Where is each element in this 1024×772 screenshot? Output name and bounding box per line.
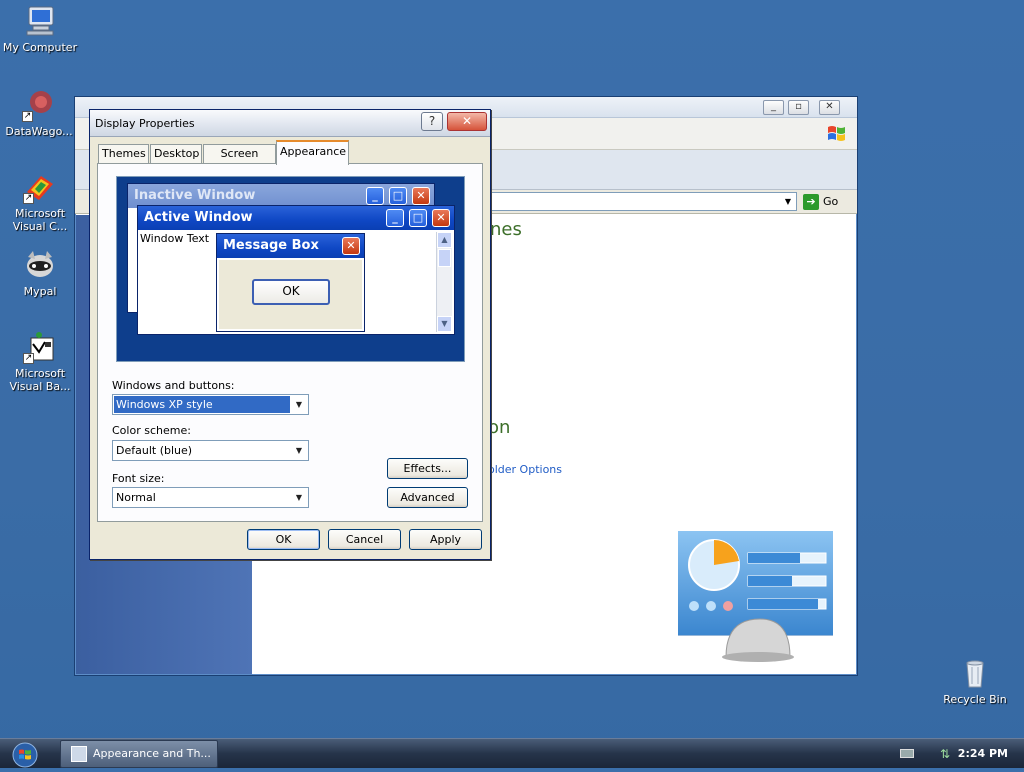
- dialog-title: Display Properties: [95, 117, 195, 130]
- visual-c-icon: ↗: [23, 170, 57, 204]
- chevron-down-icon[interactable]: ▼: [291, 396, 307, 413]
- content-heading: nes: [490, 219, 522, 240]
- clock[interactable]: 2:24 PM: [958, 747, 1008, 760]
- advanced-button[interactable]: Advanced: [387, 487, 468, 508]
- datawago-icon: ↗: [22, 88, 56, 122]
- desktop-icon-visual-basic[interactable]: ↗ Microsoft Visual Ba...: [1, 330, 79, 393]
- start-button[interactable]: [8, 741, 42, 769]
- windows-flag-icon: [825, 122, 849, 146]
- desktop-icon-label: My Computer: [2, 41, 78, 54]
- desktop-icon-recycle-bin[interactable]: Recycle Bin: [936, 656, 1014, 706]
- taskbar: Appearance and Th... ⇅ 2:24 PM: [0, 738, 1024, 768]
- preview-message-body: OK: [219, 260, 362, 329]
- system-tray: ⇅ 2:24 PM: [888, 740, 1024, 768]
- minimize-icon: _: [366, 187, 384, 205]
- chevron-down-icon[interactable]: ▼: [291, 489, 307, 506]
- close-button[interactable]: ✕: [819, 100, 840, 115]
- color-scheme-label: Color scheme:: [112, 424, 191, 437]
- close-icon: ✕: [342, 237, 360, 255]
- tab-desktop[interactable]: Desktop: [150, 144, 202, 164]
- shortcut-arrow-icon: ↗: [22, 111, 33, 122]
- font-size-select[interactable]: Normal ▼: [112, 487, 309, 508]
- windows-buttons-label: Windows and buttons:: [112, 379, 235, 392]
- ok-button[interactable]: OK: [247, 529, 320, 550]
- desktop-icon-label: Mypal: [23, 285, 57, 298]
- close-button[interactable]: ✕: [447, 112, 487, 131]
- help-button[interactable]: ?: [421, 112, 443, 131]
- minimize-icon: _: [386, 209, 404, 227]
- windows-buttons-select[interactable]: Windows XP style ▼: [112, 394, 309, 415]
- taskbar-item-label: Appearance and Th...: [93, 747, 211, 760]
- close-icon: ✕: [432, 209, 450, 227]
- shortcut-arrow-icon: ↗: [23, 193, 34, 204]
- dialog-titlebar[interactable]: Display Properties ? ✕: [90, 110, 490, 137]
- preview-active-title: Active Window _ □ ✕: [138, 206, 454, 230]
- display-properties-dialog[interactable]: Display Properties ? ✕ Themes Desktop Sc…: [89, 109, 491, 560]
- minimize-button[interactable]: _: [763, 100, 784, 115]
- desktop-icon-my-computer[interactable]: My Computer: [1, 4, 79, 54]
- go-arrow-icon: ➔: [803, 194, 819, 210]
- desktop-icon-label: Microsoft Visual Ba...: [9, 367, 71, 393]
- desktop-icon-label: Recycle Bin: [943, 693, 1007, 706]
- network-icon[interactable]: ⇅: [940, 747, 950, 761]
- go-label: Go: [823, 195, 839, 208]
- content-heading: on: [488, 417, 511, 438]
- appearance-preview: Inactive Window _ □ ✕ Active Window _ □ …: [116, 176, 465, 362]
- tab-themes[interactable]: Themes: [98, 144, 149, 164]
- desktop-icon-label: Microsoft Visual C...: [12, 207, 68, 233]
- maximize-icon: □: [389, 187, 407, 205]
- close-icon: ✕: [412, 187, 430, 205]
- scroll-up-icon: ▲: [437, 232, 452, 248]
- apply-button[interactable]: Apply: [409, 529, 482, 550]
- effects-button[interactable]: Effects...: [387, 458, 468, 479]
- visual-basic-icon: ↗: [23, 330, 57, 364]
- desktop-icon-visual-c[interactable]: ↗ Microsoft Visual C...: [1, 170, 79, 233]
- shortcut-arrow-icon: ↗: [23, 353, 34, 364]
- desktop-icon-label: DataWago...: [5, 125, 73, 138]
- folder-options-link[interactable]: older Options: [488, 463, 562, 476]
- font-size-label: Font size:: [112, 472, 165, 485]
- preview-window-text: Window Text: [140, 232, 210, 245]
- control-panel-illustration: [677, 530, 834, 663]
- chevron-down-icon[interactable]: ▼: [780, 193, 796, 210]
- control-panel-icon: [71, 746, 87, 762]
- color-scheme-select[interactable]: Default (blue) ▼: [112, 440, 309, 461]
- scroll-down-icon: ▼: [437, 316, 452, 332]
- preview-scrollbar: ▲ ▼: [436, 232, 452, 332]
- preview-ok-button: OK: [252, 279, 330, 305]
- keyboard-icon[interactable]: [900, 749, 914, 758]
- preview-message-title: Message Box ✕: [217, 234, 364, 258]
- mypal-icon: [23, 248, 57, 282]
- maximize-icon: □: [409, 209, 427, 227]
- cancel-button[interactable]: Cancel: [328, 529, 401, 550]
- my-computer-icon: [23, 4, 57, 38]
- appearance-panel: Inactive Window _ □ ✕ Active Window _ □ …: [97, 163, 483, 522]
- taskbar-item-appearance-themes[interactable]: Appearance and Th...: [60, 740, 218, 768]
- address-input[interactable]: ▼: [485, 192, 797, 211]
- recycle-bin-icon: [958, 656, 992, 690]
- tab-appearance[interactable]: Appearance: [276, 140, 349, 165]
- chevron-down-icon[interactable]: ▼: [291, 442, 307, 459]
- desktop-icon-datawago[interactable]: ↗ DataWago...: [0, 88, 78, 138]
- maximize-button[interactable]: ▫: [788, 100, 809, 115]
- scroll-thumb: [438, 249, 451, 267]
- preview-message-box: Message Box ✕ OK: [216, 233, 365, 332]
- desktop-icon-mypal[interactable]: Mypal: [1, 248, 79, 298]
- go-button[interactable]: ➔ Go: [803, 192, 849, 211]
- tab-screen-saver[interactable]: Screen Saver: [203, 144, 276, 178]
